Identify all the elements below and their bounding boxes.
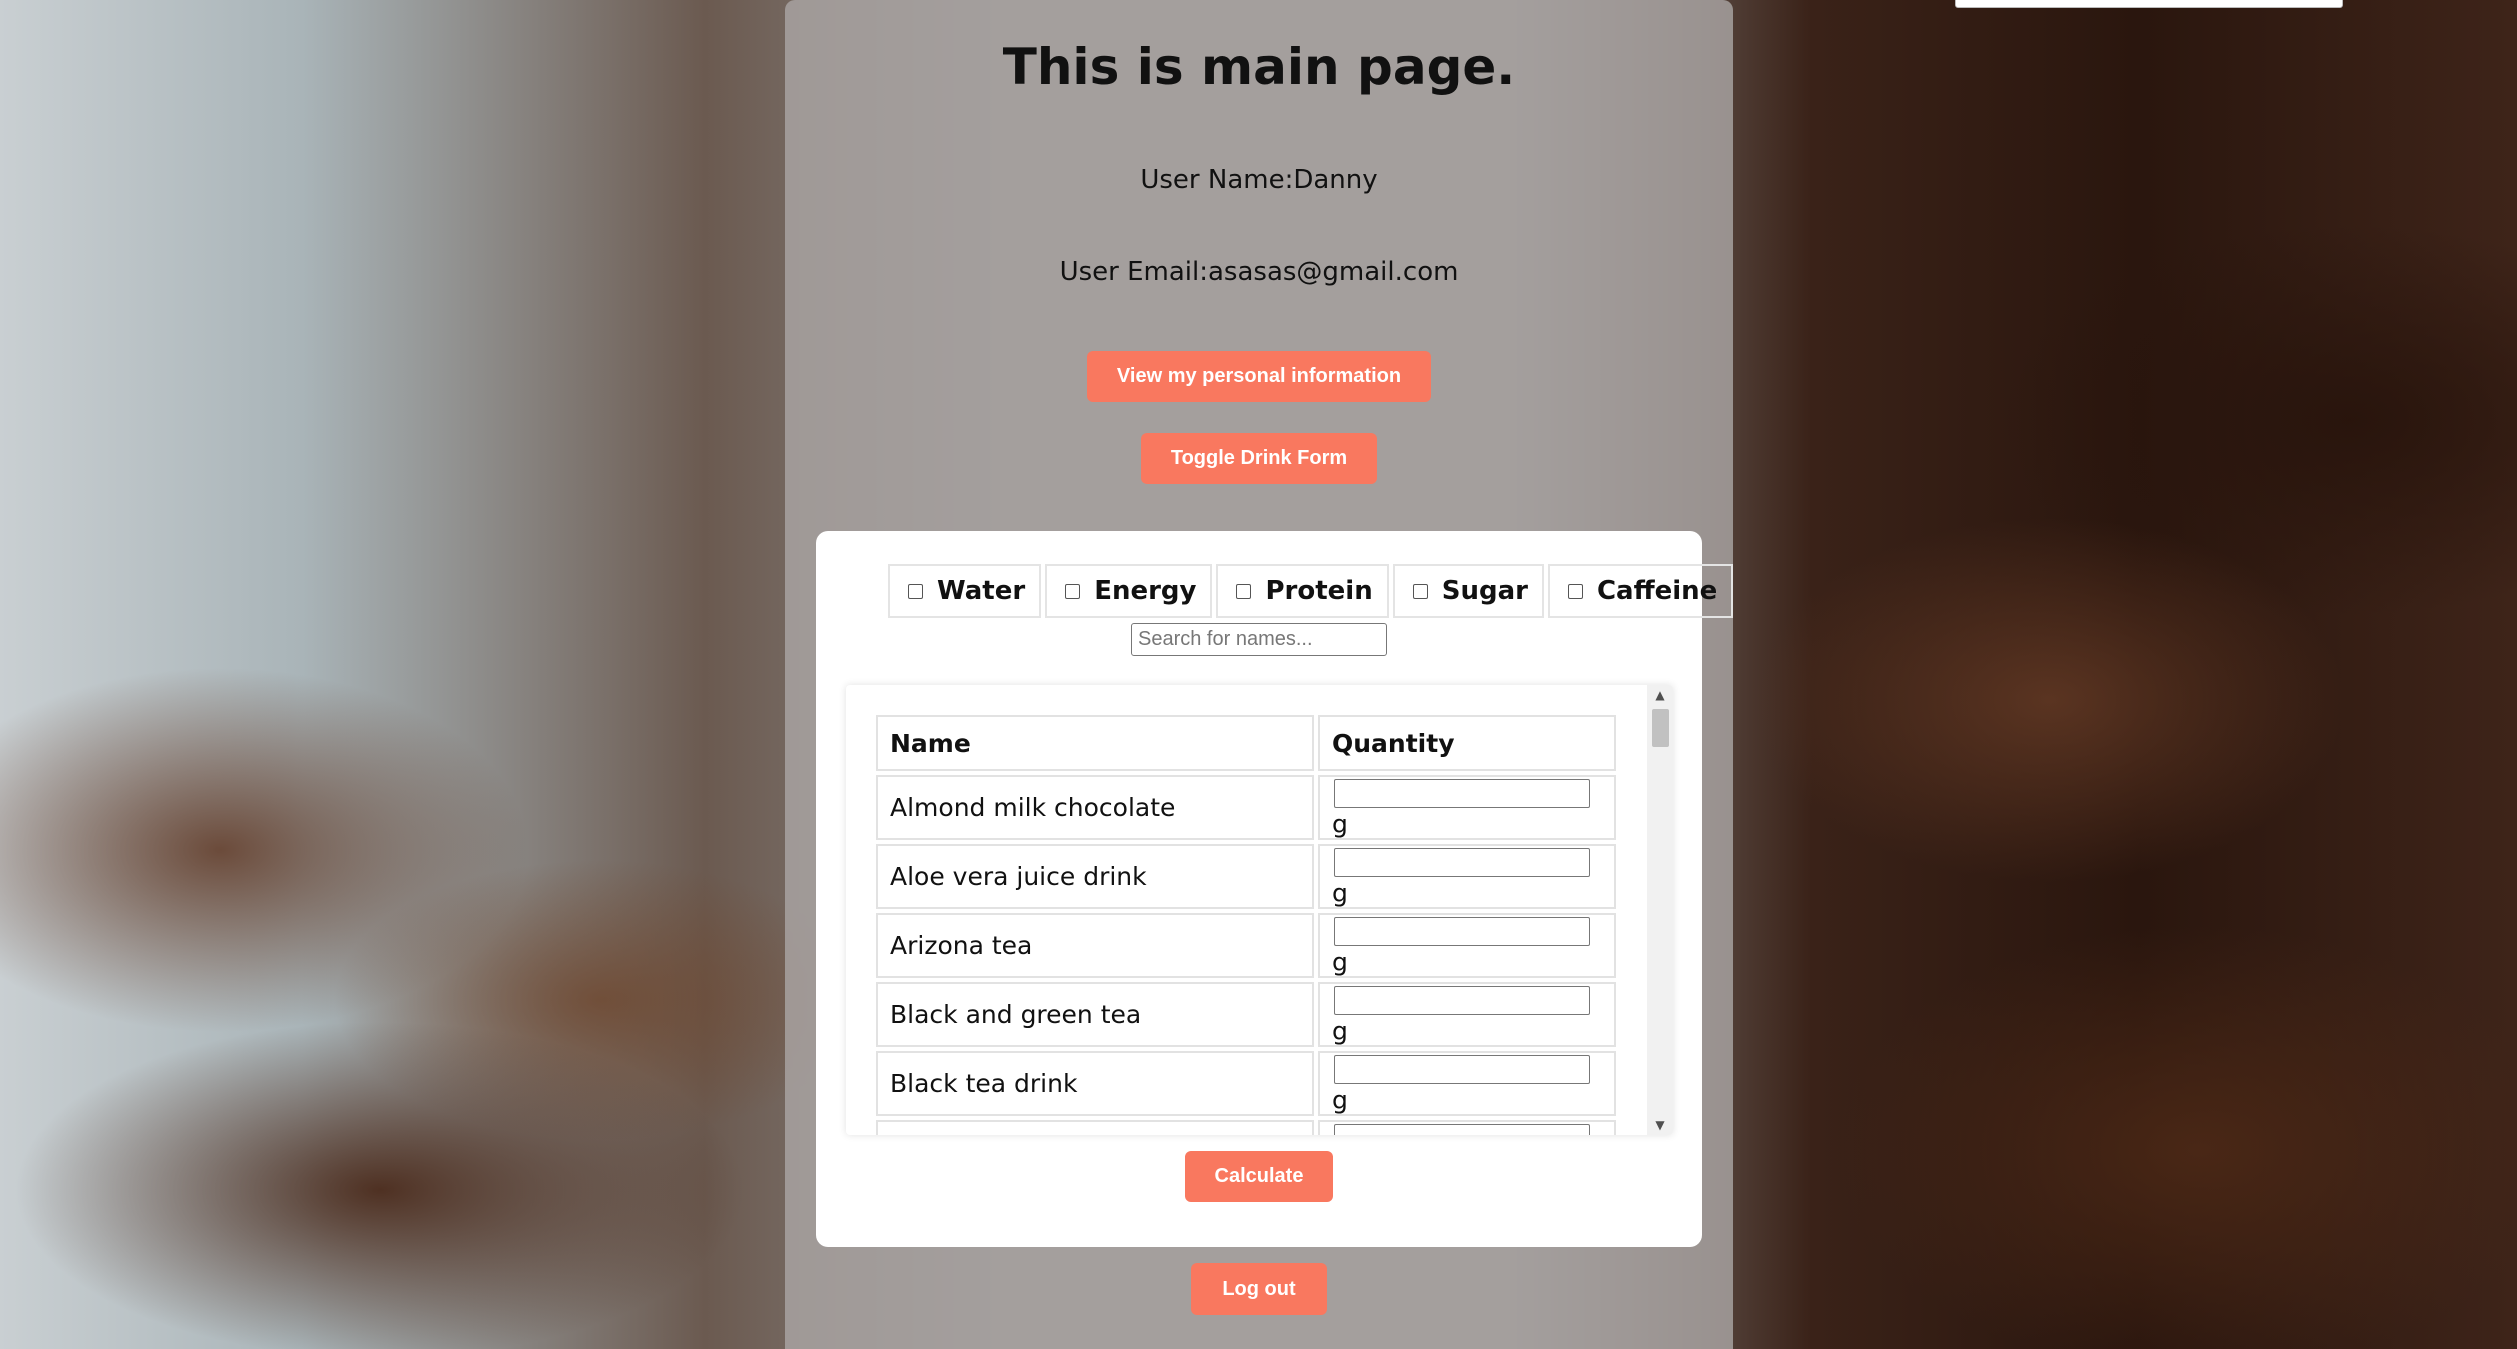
table-row: Breev blend g <box>876 1120 1616 1135</box>
top-right-input[interactable] <box>1955 0 2343 8</box>
search-input[interactable] <box>1131 623 1387 656</box>
filter-energy[interactable]: Energy <box>1045 564 1213 618</box>
drink-table-container: Name Quantity Almond milk chocolate g Aloe… <box>846 685 1673 1135</box>
drink-name: Black and green tea <box>876 982 1314 1047</box>
scroll-down-icon[interactable]: ▼ <box>1647 1115 1673 1135</box>
user-email: User Email:asasas@gmail.com <box>1059 257 1459 287</box>
drink-name: Aloe vera juice drink <box>876 844 1314 909</box>
table-row: Almond milk chocolate g <box>876 775 1616 840</box>
filter-protein[interactable]: Protein <box>1216 564 1389 618</box>
quantity-input[interactable] <box>1334 985 1590 1015</box>
quantity-cell: g <box>1318 775 1616 840</box>
drink-table: Name Quantity Almond milk chocolate g Aloe… <box>872 711 1620 1135</box>
column-header-quantity: Quantity <box>1318 715 1616 771</box>
drink-name: Breev blend <box>876 1120 1314 1135</box>
table-scrollbar[interactable]: ▲ ▼ <box>1647 685 1673 1135</box>
unit-label: g <box>1332 878 1348 907</box>
checkbox-energy[interactable] <box>1065 583 1081 599</box>
filter-label: Caffeine <box>1596 576 1718 606</box>
quantity-input[interactable] <box>1334 847 1590 877</box>
unit-label: g <box>1332 809 1348 838</box>
column-header-name: Name <box>876 715 1314 771</box>
scrollbar-thumb[interactable] <box>1652 709 1669 747</box>
quantity-input[interactable] <box>1334 1123 1590 1135</box>
filter-label: Protein <box>1265 576 1373 606</box>
checkbox-caffeine[interactable] <box>1567 583 1583 599</box>
logout-button[interactable]: Log out <box>1191 1263 1327 1315</box>
view-personal-info-button[interactable]: View my personal information <box>1087 351 1431 402</box>
filter-label: Water <box>937 576 1026 606</box>
quantity-cell: g <box>1318 913 1616 978</box>
quantity-input[interactable] <box>1334 1054 1590 1084</box>
toggle-drink-form-button[interactable]: Toggle Drink Form <box>1141 433 1377 484</box>
nutrient-filters: Water Energy Protein Sugar Caffeine <box>888 564 1734 618</box>
quantity-input[interactable] <box>1334 916 1590 946</box>
table-row: Arizona tea g <box>876 913 1616 978</box>
checkbox-protein[interactable] <box>1236 583 1252 599</box>
quantity-cell: g <box>1318 1051 1616 1116</box>
filter-label: Energy <box>1094 576 1197 606</box>
drink-name: Almond milk chocolate <box>876 775 1314 840</box>
unit-label: g <box>1332 947 1348 976</box>
drink-name: Black tea drink <box>876 1051 1314 1116</box>
table-header-row: Name Quantity <box>876 715 1616 771</box>
user-name: User Name:Danny <box>1140 165 1378 195</box>
checkbox-sugar[interactable] <box>1412 583 1428 599</box>
unit-label: g <box>1332 1085 1348 1114</box>
table-row: Black tea drink g <box>876 1051 1616 1116</box>
checkbox-water[interactable] <box>908 583 923 599</box>
filter-water[interactable]: Water <box>888 564 1042 618</box>
drink-form-card: Water Energy Protein Sugar Caffeine Name Qua… <box>816 531 1734 1247</box>
filter-sugar[interactable]: Sugar <box>1392 564 1544 618</box>
quantity-cell: g <box>1318 982 1616 1047</box>
filter-caffeine[interactable]: Caffeine <box>1547 564 1734 618</box>
table-row: Aloe vera juice drink g <box>876 844 1616 909</box>
quantity-cell: g <box>1318 1120 1616 1135</box>
filter-label: Sugar <box>1441 576 1528 606</box>
quantity-cell: g <box>1318 844 1616 909</box>
scroll-up-icon[interactable]: ▲ <box>1647 685 1673 705</box>
drink-name: Arizona tea <box>876 913 1314 978</box>
calculate-button[interactable]: Calculate <box>1185 1151 1333 1202</box>
quantity-input[interactable] <box>1334 778 1590 808</box>
unit-label: g <box>1332 1016 1348 1045</box>
page-title: This is main page. <box>1002 38 1516 96</box>
table-row: Black and green tea g <box>876 982 1616 1047</box>
